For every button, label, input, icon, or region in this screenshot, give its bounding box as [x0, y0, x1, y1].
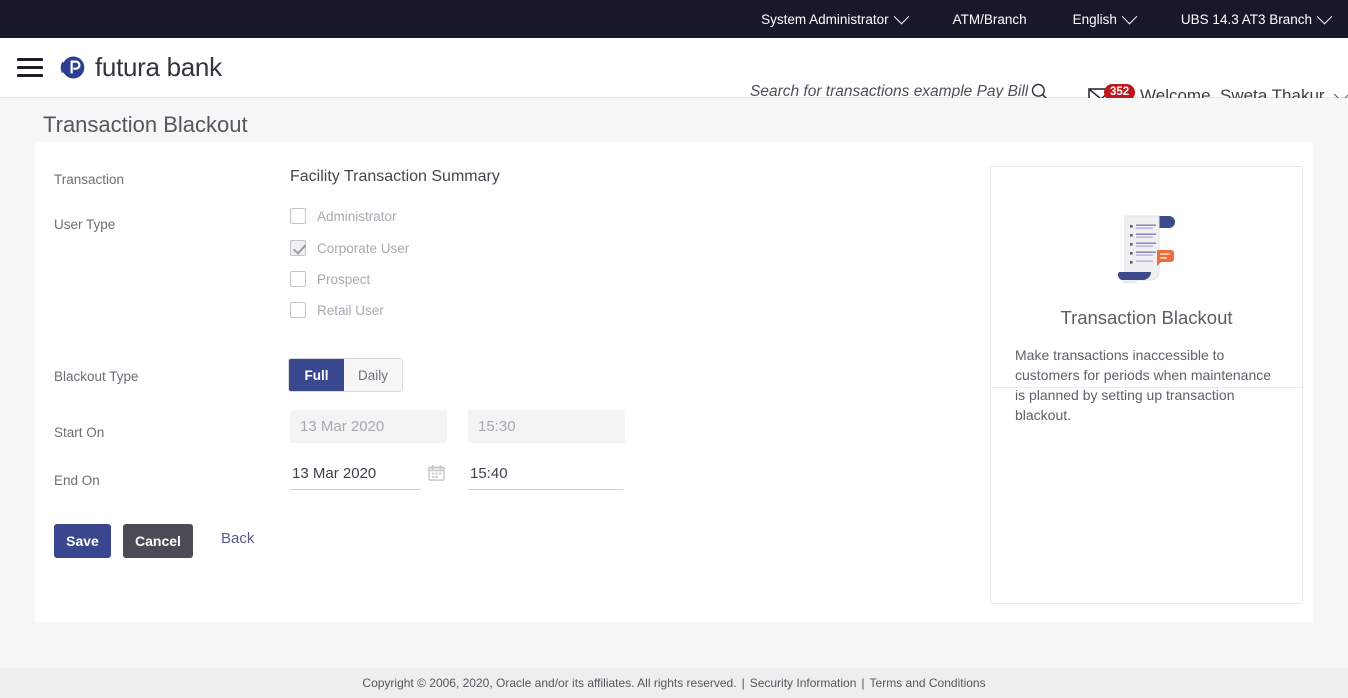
page-body: Transaction Blackout Transaction Facilit… [0, 98, 1348, 670]
topbar-label-atm-branch: ATM/Branch [952, 11, 1027, 27]
user-type-label: User Type [54, 217, 116, 232]
topbar-label-branch-selector: UBS 14.3 AT3 Branch [1180, 11, 1312, 27]
info-card-description: Make transactions inaccessible to custom… [1015, 347, 1272, 423]
start-on-label: Start On [54, 425, 105, 440]
futura-bank-logo-icon [60, 56, 85, 79]
checkbox-prospect[interactable]: Prospect [290, 271, 370, 287]
checkbox-box-prospect[interactable] [290, 271, 306, 287]
checkbox-administrator[interactable]: Administrator [290, 208, 397, 224]
info-card-divider [991, 387, 1302, 388]
checkbox-label-administrator: Administrator [317, 208, 397, 224]
footer-separator: | [861, 676, 865, 690]
page-title: Transaction Blackout [43, 112, 248, 137]
blackout-type-toggle[interactable]: Full Daily [288, 358, 404, 392]
toggle-option-full[interactable]: Full [289, 359, 344, 391]
back-link[interactable]: Back [221, 530, 254, 547]
brand-home-link[interactable]: futura bank [59, 52, 222, 83]
main-header: futura bank 352 Welcome, Sweta Thakur La… [0, 38, 1348, 119]
topbar-item-system-administrator[interactable]: System Administrator [761, 8, 909, 27]
calendar-icon[interactable] [428, 465, 445, 481]
brand-name: futura bank [95, 52, 222, 82]
checkbox-box-administrator[interactable] [290, 208, 306, 224]
checkbox-label-retail-user: Retail User [317, 302, 384, 318]
start-on-time-field: 15:30 [468, 410, 625, 443]
toggle-option-daily[interactable]: Daily [344, 359, 403, 391]
checkbox-corporate-user[interactable]: Corporate User [290, 240, 409, 256]
blackout-type-label: Blackout Type [54, 369, 139, 384]
page-footer: Copyright © 2006, 2020, Oracle and/or it… [0, 668, 1348, 698]
hamburger-bar [17, 66, 43, 69]
footer-link-terms-and-conditions[interactable]: Terms and Conditions [870, 676, 986, 690]
hamburger-bar [17, 74, 43, 77]
hamburger-bar [17, 58, 43, 61]
topbar-item-atm-branch[interactable]: ATM/Branch [953, 12, 1027, 27]
topbar-label-english: English [1072, 11, 1117, 27]
start-on-date-field: 13 Mar 2020 [290, 410, 447, 443]
topbar-item-branch-selector[interactable]: UBS 14.3 AT3 Branch [1180, 8, 1333, 27]
chevron-down-icon [1316, 8, 1333, 24]
chevron-down-icon [1121, 8, 1138, 24]
footer-copyright: Copyright © 2006, 2020, Oracle and/or it… [362, 676, 737, 690]
checkbox-label-corporate-user: Corporate User [317, 240, 410, 256]
cancel-button[interactable]: Cancel [123, 524, 193, 558]
checkbox-box-retail-user[interactable] [290, 302, 306, 318]
transaction-label: Transaction [54, 172, 125, 187]
checkbox-box-corporate-user[interactable] [290, 240, 306, 256]
end-on-label: End On [54, 473, 100, 488]
topbar-item-english[interactable]: English [1072, 8, 1138, 27]
top-utility-bar: System Administrator ATM/Branch English … [0, 0, 1348, 38]
chevron-down-icon [893, 8, 909, 24]
footer-separator: | [741, 676, 745, 690]
end-on-time-field[interactable]: 15:40 [468, 457, 623, 490]
info-card: Transaction Blackout Make transactions i… [990, 166, 1303, 604]
hamburger-menu-icon[interactable] [17, 58, 43, 77]
save-button[interactable]: Save [54, 524, 111, 558]
scroll-document-icon [1117, 215, 1175, 283]
checkbox-retail-user[interactable]: Retail User [290, 302, 384, 318]
checkbox-label-prospect: Prospect [317, 271, 371, 287]
end-on-date-field[interactable]: 13 Mar 2020 [290, 457, 421, 490]
footer-link-security-information[interactable]: Security Information [750, 676, 857, 690]
transaction-value: Facility Transaction Summary [290, 168, 500, 185]
info-card-title: Transaction Blackout [1060, 307, 1233, 328]
topbar-label-system-administrator: System Administrator [761, 11, 889, 27]
content-panel: Transaction Facility Transaction Summary… [35, 142, 1313, 622]
